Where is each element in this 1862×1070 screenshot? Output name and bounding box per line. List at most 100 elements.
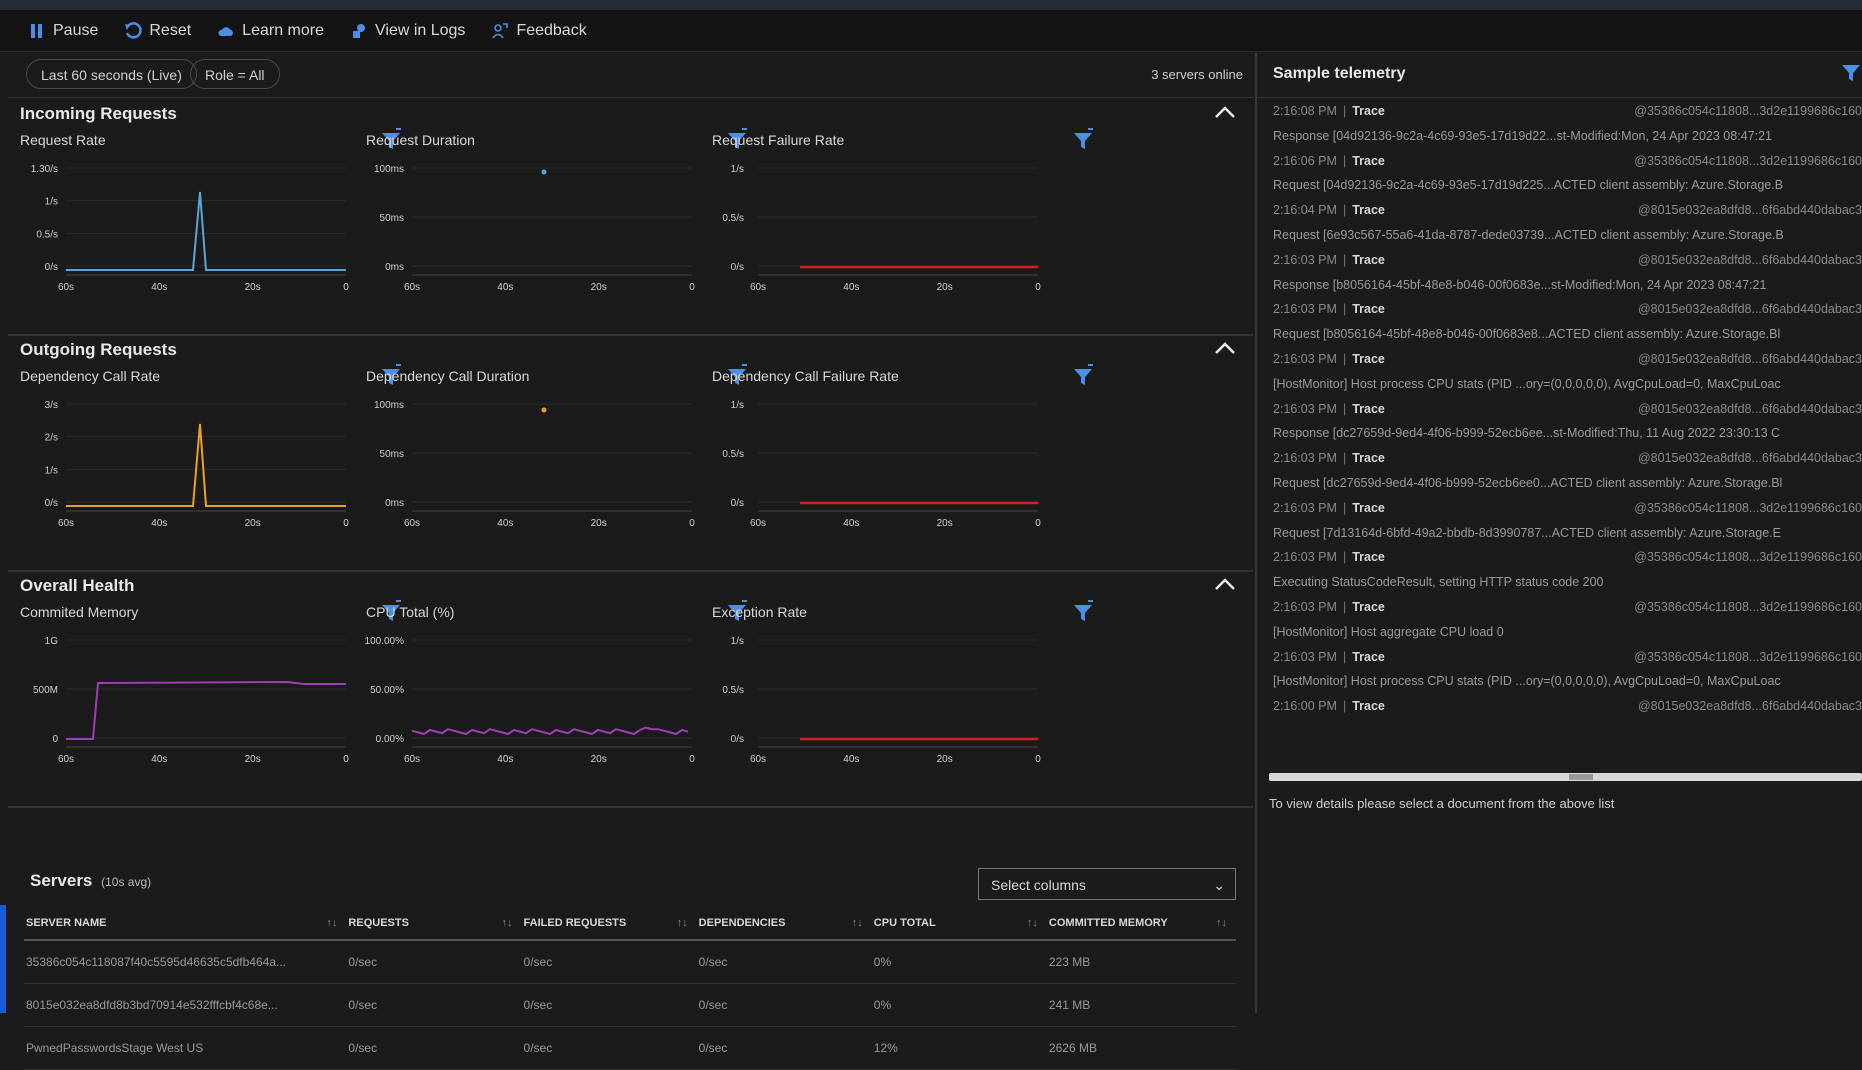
telemetry-item[interactable]: 2:16:03 PM | Trace @8015e032ea8dfd8...6f6ab… — [1257, 248, 1862, 273]
pause-button[interactable]: Pause — [28, 22, 98, 40]
view-in-logs-button[interactable]: View in Logs — [350, 22, 465, 40]
table-cell: 0/sec — [346, 940, 522, 984]
telemetry-message[interactable]: Response [b8056164-45bf-48e8-b046-00f068… — [1257, 273, 1862, 298]
sample-telemetry-header: Sample telemetry — [1257, 53, 1862, 98]
telemetry-message[interactable]: [HostMonitor] Host process CPU stats (PI… — [1257, 669, 1862, 694]
telemetry-item[interactable]: 2:16:08 PM | Trace @35386c054c11808...3d2e1… — [1257, 99, 1862, 124]
telemetry-message[interactable]: Response [04d92136-9c2a-4c69-93e5-17d19d… — [1257, 124, 1862, 149]
column-header-label: DEPENDENCIES — [698, 917, 786, 929]
logs-icon — [353, 23, 365, 38]
sort-icon[interactable]: ↑↓ — [677, 917, 688, 929]
servers-panel: Servers (10s avg) Select columns ⌄ SERVE… — [8, 859, 1253, 1070]
y-tick-label: 100ms — [374, 164, 404, 175]
telemetry-message[interactable]: Request [6e93c567-55a6-41da-8787-dede037… — [1257, 223, 1862, 248]
y-tick-label: 0.5/s — [36, 229, 58, 240]
section-title: Outgoing Requests — [20, 340, 177, 359]
reset-button[interactable]: Reset — [124, 22, 191, 40]
telemetry-item[interactable]: 2:16:03 PM | Trace @8015e032ea8dfd8...6f6ab… — [1257, 347, 1862, 372]
filter-icon[interactable] — [1072, 128, 1096, 152]
sort-icon[interactable]: ↑↓ — [502, 917, 513, 929]
y-tick-label: 50ms — [380, 213, 404, 224]
telemetry-message[interactable]: [HostMonitor] Host process CPU stats (PI… — [1257, 372, 1862, 397]
y-tick-label: 0/s — [45, 262, 58, 273]
x-tick-label: 40s — [497, 282, 513, 293]
telemetry-message[interactable]: Response [dc27659d-9ed4-4f06-b999-52ecb6… — [1257, 421, 1862, 446]
chevron-up-icon[interactable] — [1213, 338, 1237, 358]
section-overall-health: Overall Health Commited Memory 1G 500M 0 60s 4… — [8, 570, 1253, 808]
column-header-label: FAILED REQUESTS — [523, 917, 627, 929]
learn-more-button[interactable]: Learn more — [217, 22, 324, 40]
x-tick-label: 60s — [58, 518, 74, 529]
chart-plot: 1/s 0.5/s 0/s 60s 40s 20s 0 — [722, 164, 1041, 293]
separator: | — [1342, 252, 1347, 267]
y-tick-label: 0ms — [385, 498, 404, 509]
y-tick-label: 1/s — [45, 465, 58, 476]
filter-icon[interactable] — [1072, 600, 1096, 624]
table-row[interactable]: 8015e032ea8dfd8b3bd70914e532fffcbf4c68e.… — [24, 983, 1236, 1027]
telemetry-item[interactable]: 2:16:06 PM | Trace @35386c054c11808...3d2e1… — [1257, 149, 1862, 174]
column-header[interactable]: FAILED REQUESTS ↑↓ — [521, 907, 697, 941]
table-cell: 8015e032ea8dfd8b3bd70914e532fffcbf4c68e.… — [24, 983, 347, 1027]
y-tick-label: 0/s — [731, 498, 744, 509]
x-tick-label: 20s — [591, 754, 607, 765]
telemetry-message[interactable]: Request [dc27659d-9ed4-4f06-b999-52ecb6e… — [1257, 471, 1862, 496]
telemetry-item[interactable]: 2:16:03 PM | Trace @35386c054c11808...3d2e1… — [1257, 595, 1862, 620]
separator: | — [1342, 203, 1347, 218]
filter-icon[interactable] — [1072, 364, 1096, 388]
telemetry-item[interactable]: 2:16:03 PM | Trace @8015e032ea8dfd8...6f6ab… — [1257, 446, 1862, 471]
telemetry-message[interactable]: Request [b8056164-45bf-48e8-b046-00f0683… — [1257, 322, 1862, 347]
series-line — [66, 191, 346, 271]
chevron-up-icon[interactable] — [1213, 574, 1237, 594]
telemetry-item[interactable]: 2:16:03 PM | Trace @8015e032ea8dfd8...6f6ab… — [1257, 397, 1862, 422]
column-header[interactable]: SERVER NAME ↑↓ — [24, 907, 347, 941]
y-tick-label: 0.5/s — [722, 213, 744, 224]
chart-title: Dependency Call Duration — [366, 368, 530, 384]
role-filter[interactable]: Role = All — [190, 59, 280, 89]
telemetry-time: 2:16:03 PM — [1273, 599, 1337, 614]
y-tick-label: 0ms — [385, 262, 404, 273]
table-cell: 12% — [871, 1026, 1047, 1070]
table-row[interactable]: PwnedPasswordsStage West US 0/sec 0/sec 0/s… — [24, 1026, 1236, 1070]
chart-title: CPU Total (%) — [366, 604, 455, 620]
scrollbar-thumb[interactable] — [1569, 774, 1593, 780]
horizontal-scrollbar[interactable] — [1269, 773, 1862, 781]
x-tick-label: 0 — [689, 518, 695, 529]
feedback-button[interactable]: Feedback — [491, 22, 587, 40]
separator: | — [1342, 401, 1347, 416]
select-columns-dropdown[interactable]: Select columns ⌄ — [978, 868, 1236, 900]
chart-plot: 1/s 0.5/s 0/s 60s 40s 20s 0 — [722, 636, 1041, 765]
telemetry-message[interactable]: Request [04d92136-9c2a-4c69-93e5-17d19d2… — [1257, 173, 1862, 198]
chart-dependency-call-failure-rate: Dependency Call Failure Rate 1/s 0.5/s 0/s 6… — [700, 362, 1110, 562]
telemetry-item[interactable]: 2:16:03 PM | Trace @35386c054c11808...3d2e1… — [1257, 545, 1862, 570]
feedback-icon — [492, 22, 509, 38]
column-header-label: REQUESTS — [348, 917, 409, 929]
table-cell: 0/sec — [696, 1026, 872, 1070]
telemetry-item[interactable]: 2:16:03 PM | Trace @8015e032ea8dfd8...6f6ab… — [1257, 297, 1862, 322]
column-header[interactable]: COMMITTED MEMORY ↑↓ — [1046, 907, 1236, 941]
telemetry-item[interactable]: 2:16:00 PM | Trace @8015e032ea8dfd8...6f6ab… — [1257, 694, 1862, 719]
filter-bar: Last 60 seconds (Live) Role = All 3 serv… — [8, 53, 1253, 98]
column-header[interactable]: REQUESTS ↑↓ — [346, 907, 522, 941]
telemetry-message[interactable]: Executing StatusCodeResult, setting HTTP… — [1257, 570, 1862, 595]
telemetry-item[interactable]: 2:16:03 PM | Trace @35386c054c11808...3d2e1… — [1257, 645, 1862, 670]
time-range-filter[interactable]: Last 60 seconds (Live) — [26, 59, 197, 89]
chevron-up-icon[interactable] — [1213, 102, 1237, 122]
sort-icon[interactable]: ↑↓ — [1216, 917, 1227, 929]
sort-icon[interactable]: ↑↓ — [1027, 917, 1038, 929]
chart-title: Request Failure Rate — [712, 132, 845, 148]
telemetry-time: 2:16:03 PM — [1273, 649, 1337, 664]
filter-icon[interactable] — [1840, 61, 1862, 85]
telemetry-item[interactable]: 2:16:03 PM | Trace @35386c054c11808...3d2e1… — [1257, 496, 1862, 521]
sort-icon[interactable]: ↑↓ — [326, 917, 337, 929]
telemetry-time: 2:16:03 PM — [1273, 401, 1337, 416]
y-tick-label: 100ms — [374, 400, 404, 411]
x-tick-label: 60s — [750, 282, 766, 293]
column-header[interactable]: DEPENDENCIES ↑↓ — [696, 907, 872, 941]
section-incoming-requests: Incoming Requests Request Rate 1.30/s 1/s 0.… — [8, 98, 1253, 336]
telemetry-item[interactable]: 2:16:04 PM | Trace @8015e032ea8dfd8...6f6ab… — [1257, 198, 1862, 223]
column-header[interactable]: CPU TOTAL ↑↓ — [871, 907, 1047, 941]
table-row[interactable]: 35386c054c118087f40c5595d46635c5dfb464a.… — [24, 940, 1236, 984]
sort-icon[interactable]: ↑↓ — [852, 917, 863, 929]
telemetry-message[interactable]: Request [7d13164d-6bfd-49a2-bbdb-8d39907… — [1257, 521, 1862, 546]
telemetry-message[interactable]: [HostMonitor] Host aggregate CPU load 0 — [1257, 620, 1862, 645]
